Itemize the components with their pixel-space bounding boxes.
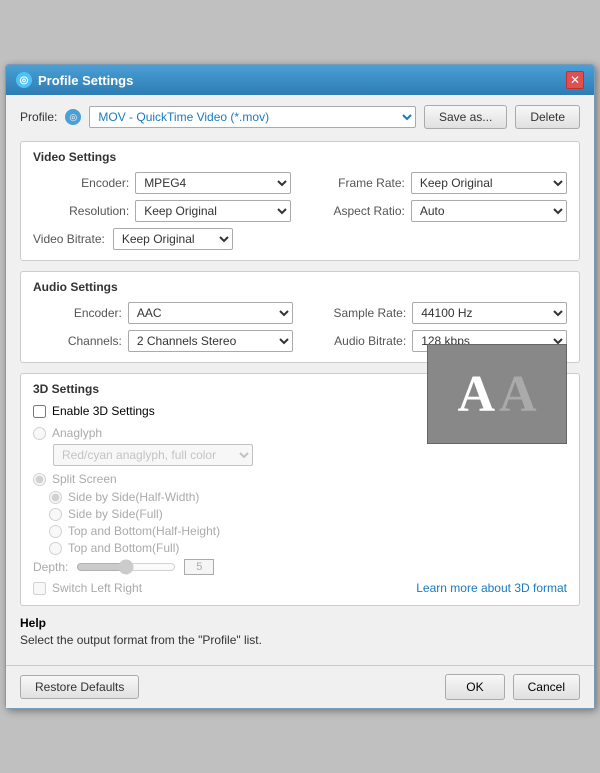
- anaglyph-row: Anaglyph: [33, 426, 427, 440]
- titlebar-left: ◎ Profile Settings: [16, 72, 133, 88]
- encoder-label: Encoder:: [33, 176, 129, 190]
- depth-input[interactable]: [184, 559, 214, 575]
- sample-rate-label: Sample Rate:: [299, 306, 407, 320]
- app-icon: ◎: [16, 72, 32, 88]
- audio-encoder-label: Encoder:: [33, 306, 122, 320]
- frame-rate-select[interactable]: Keep Original: [411, 172, 567, 194]
- restore-defaults-button[interactable]: Restore Defaults: [20, 675, 139, 699]
- side-by-side-half-radio[interactable]: [49, 491, 62, 504]
- top-bottom-half-radio[interactable]: [49, 525, 62, 538]
- sample-rate-select[interactable]: 44100 Hz: [412, 302, 567, 324]
- side-by-side-half-label: Side by Side(Half-Width): [68, 490, 199, 504]
- split-screen-radio[interactable]: [33, 473, 46, 486]
- save-as-button[interactable]: Save as...: [424, 105, 507, 129]
- split-screen-label: Split Screen: [52, 472, 117, 486]
- encoder-select[interactable]: MPEG4: [135, 172, 291, 194]
- preview-letter-1: A: [457, 365, 495, 424]
- split-screen-row: Split Screen: [33, 472, 567, 486]
- top-bottom-full-radio[interactable]: [49, 542, 62, 555]
- enable-3d-checkbox[interactable]: [33, 405, 46, 418]
- close-button[interactable]: ✕: [566, 71, 584, 89]
- profile-select[interactable]: MOV - QuickTime Video (*.mov): [89, 106, 416, 128]
- 3d-preview-box: A A: [427, 344, 567, 444]
- depth-slider[interactable]: [76, 559, 176, 575]
- profile-label: Profile:: [20, 110, 57, 124]
- aspect-ratio-label: Aspect Ratio:: [297, 204, 405, 218]
- side-by-side-full-row: Side by Side(Full): [49, 507, 567, 521]
- depth-row: Depth:: [33, 559, 567, 575]
- audio-settings-title: Audio Settings: [33, 280, 567, 294]
- switch-learn-row: Switch Left Right Learn more about 3D fo…: [33, 581, 567, 595]
- cancel-button[interactable]: Cancel: [513, 674, 580, 700]
- resolution-label: Resolution:: [33, 204, 129, 218]
- switch-lr-checkbox[interactable]: [33, 582, 46, 595]
- video-bitrate-select[interactable]: Keep Original: [113, 228, 233, 250]
- video-settings-title: Video Settings: [33, 150, 567, 164]
- anaglyph-radio[interactable]: [33, 427, 46, 440]
- content-area: Profile: ◎ MOV - QuickTime Video (*.mov)…: [6, 95, 594, 665]
- anaglyph-label: Anaglyph: [52, 426, 102, 440]
- top-bottom-full-row: Top and Bottom(Full): [49, 541, 567, 555]
- top-bottom-half-row: Top and Bottom(Half-Height): [49, 524, 567, 538]
- profile-icon: ◎: [65, 109, 81, 125]
- footer-right: OK Cancel: [445, 674, 580, 700]
- top-bottom-half-label: Top and Bottom(Half-Height): [68, 524, 220, 538]
- side-by-side-half-row: Side by Side(Half-Width): [49, 490, 567, 504]
- video-bitrate-label: Video Bitrate:: [33, 232, 105, 246]
- preview-letters: A A: [457, 365, 536, 424]
- window-title: Profile Settings: [38, 73, 133, 88]
- top-bottom-full-label: Top and Bottom(Full): [68, 541, 179, 555]
- footer: Restore Defaults OK Cancel: [6, 665, 594, 708]
- help-text: Select the output format from the "Profi…: [20, 633, 580, 647]
- video-settings-section: Video Settings Encoder: MPEG4 Frame Rate…: [20, 141, 580, 261]
- audio-bitrate-label: Audio Bitrate:: [299, 334, 407, 348]
- main-window: ◎ Profile Settings ✕ Profile: ◎ MOV - Qu…: [5, 64, 595, 709]
- profile-row: Profile: ◎ MOV - QuickTime Video (*.mov)…: [20, 105, 580, 129]
- side-by-side-full-label: Side by Side(Full): [68, 507, 163, 521]
- depth-label: Depth:: [33, 560, 68, 574]
- help-title: Help: [20, 616, 580, 630]
- frame-rate-label: Frame Rate:: [297, 176, 405, 190]
- anaglyph-type-select[interactable]: Red/cyan anaglyph, full color: [53, 444, 253, 466]
- switch-left-right-row: Switch Left Right: [33, 581, 142, 595]
- switch-lr-label: Switch Left Right: [52, 581, 142, 595]
- audio-encoder-select[interactable]: AAC: [128, 302, 293, 324]
- titlebar: ◎ Profile Settings ✕: [6, 65, 594, 95]
- enable-3d-row: Enable 3D Settings: [33, 404, 427, 418]
- resolution-select[interactable]: Keep Original: [135, 200, 291, 222]
- channels-label: Channels:: [33, 334, 122, 348]
- delete-button[interactable]: Delete: [515, 105, 580, 129]
- preview-letter-2: A: [499, 365, 537, 424]
- help-section: Help Select the output format from the "…: [20, 616, 580, 647]
- side-by-side-full-radio[interactable]: [49, 508, 62, 521]
- 3d-settings-section: 3D Settings A A Enable 3D Settings Anagl…: [20, 373, 580, 606]
- learn-more-link[interactable]: Learn more about 3D format: [416, 581, 567, 595]
- ok-button[interactable]: OK: [445, 674, 504, 700]
- enable-3d-label[interactable]: Enable 3D Settings: [52, 404, 155, 418]
- aspect-ratio-select[interactable]: Auto: [411, 200, 567, 222]
- channels-select[interactable]: 2 Channels Stereo: [128, 330, 293, 352]
